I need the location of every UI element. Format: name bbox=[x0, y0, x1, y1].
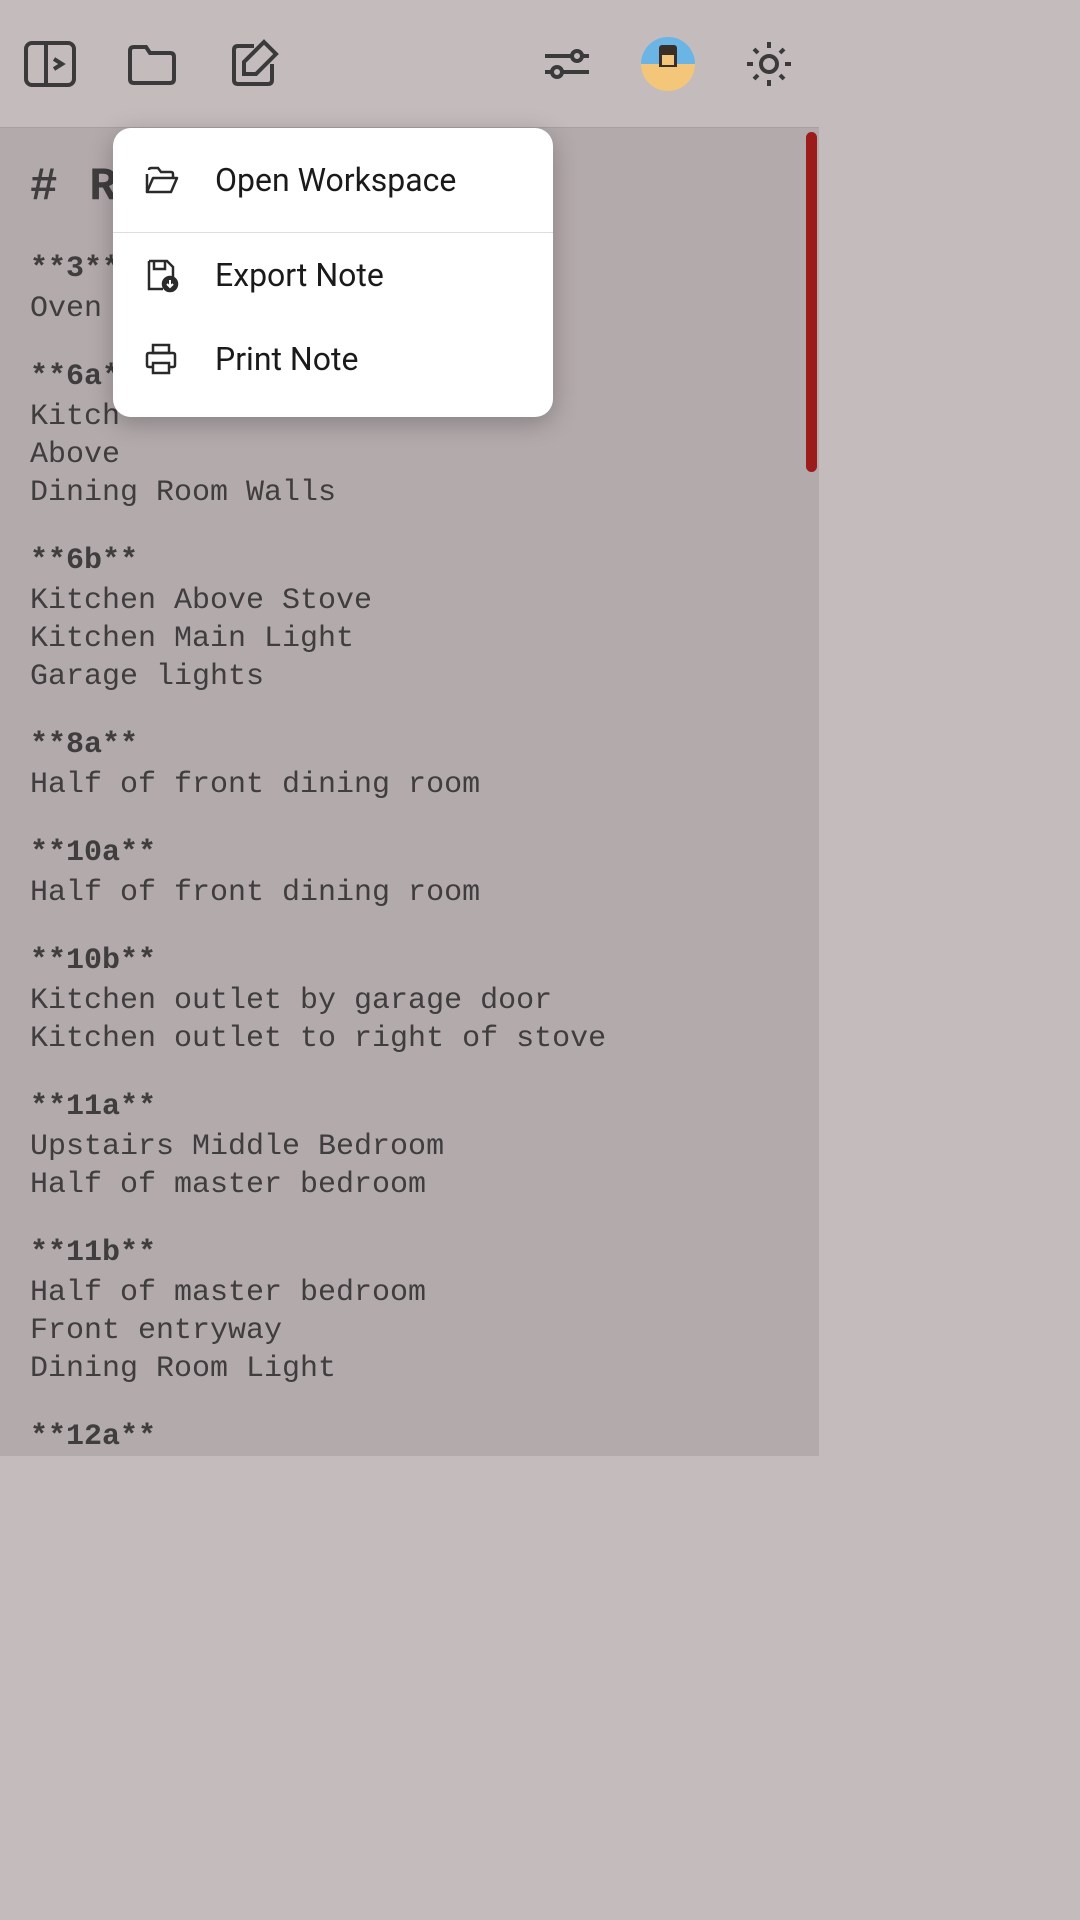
scrollbar-thumb[interactable] bbox=[806, 132, 817, 472]
menu-print-note[interactable]: Print Note bbox=[113, 317, 553, 401]
avatar[interactable] bbox=[641, 37, 695, 91]
settings-gear-icon[interactable] bbox=[743, 38, 795, 90]
printer-icon bbox=[141, 339, 181, 379]
menu-item-label: Export Note bbox=[215, 256, 384, 294]
sliders-icon[interactable] bbox=[541, 38, 593, 90]
folder-open-icon bbox=[141, 160, 181, 200]
menu-open-workspace[interactable]: Open Workspace bbox=[113, 128, 553, 233]
edit-note-icon[interactable] bbox=[228, 38, 280, 90]
menu-item-label: Print Note bbox=[215, 340, 358, 378]
context-menu: Open Workspace Export Note Print Note bbox=[113, 128, 553, 417]
folder-icon[interactable] bbox=[126, 38, 178, 90]
toolbar bbox=[0, 0, 819, 128]
menu-item-label: Open Workspace bbox=[215, 161, 456, 199]
sidebar-toggle-icon[interactable] bbox=[24, 38, 76, 90]
save-download-icon bbox=[141, 255, 181, 295]
menu-export-note[interactable]: Export Note bbox=[113, 233, 553, 317]
